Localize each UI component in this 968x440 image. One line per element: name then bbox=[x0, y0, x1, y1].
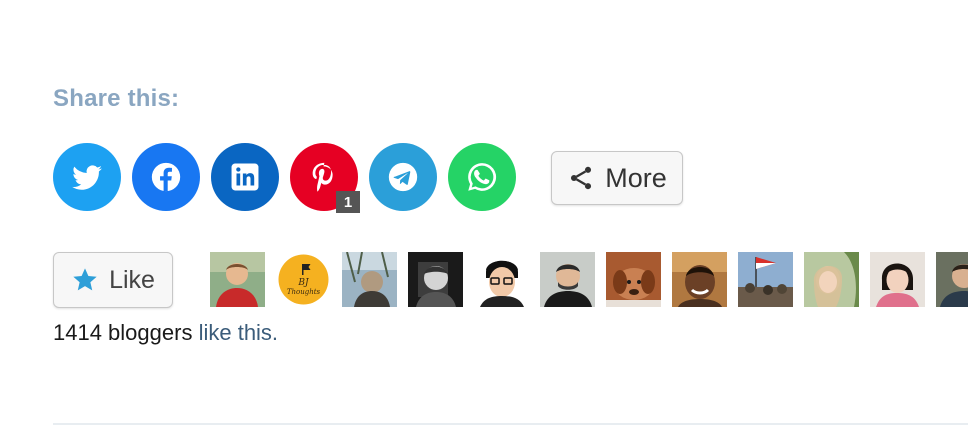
likes-count: 1414 bloggers bbox=[53, 320, 193, 345]
avatar[interactable] bbox=[738, 252, 793, 307]
linkedin-icon bbox=[231, 163, 259, 191]
whatsapp-share-button[interactable] bbox=[448, 143, 516, 211]
more-share-button[interactable]: More bbox=[551, 151, 683, 205]
linkedin-share-button[interactable] bbox=[211, 143, 279, 211]
facebook-icon bbox=[151, 162, 181, 192]
like-label: Like bbox=[109, 265, 155, 294]
avatar[interactable] bbox=[870, 252, 925, 307]
likes-summary: 1414 bloggers like this. bbox=[53, 320, 278, 346]
star-icon bbox=[73, 268, 97, 291]
avatar[interactable] bbox=[474, 252, 529, 307]
avatar[interactable] bbox=[672, 252, 727, 307]
svg-text:Thoughts: Thoughts bbox=[287, 288, 321, 296]
avatar[interactable] bbox=[936, 252, 968, 307]
avatar[interactable] bbox=[210, 252, 265, 307]
telegram-icon bbox=[388, 162, 418, 192]
share-heading: Share this: bbox=[53, 85, 180, 112]
svg-text:BJ: BJ bbox=[297, 278, 310, 288]
telegram-share-button[interactable] bbox=[369, 143, 437, 211]
twitter-icon bbox=[72, 165, 102, 190]
pinterest-share-button[interactable]: 1 bbox=[290, 143, 360, 213]
divider bbox=[53, 423, 968, 425]
like-this-link[interactable]: like this. bbox=[199, 320, 278, 345]
avatar[interactable] bbox=[342, 252, 397, 307]
twitter-share-button[interactable] bbox=[53, 143, 121, 211]
pinterest-icon bbox=[312, 162, 333, 192]
share-icon bbox=[571, 166, 592, 190]
avatar[interactable] bbox=[408, 252, 463, 307]
share-count-badge: 1 bbox=[336, 191, 360, 213]
whatsapp-icon bbox=[468, 163, 497, 191]
liker-avatars: BJ Thoughts bbox=[210, 252, 968, 307]
facebook-share-button[interactable] bbox=[132, 143, 200, 211]
avatar[interactable]: BJ Thoughts bbox=[276, 252, 331, 307]
avatar[interactable] bbox=[606, 252, 661, 307]
more-label: More bbox=[605, 162, 667, 193]
avatar[interactable] bbox=[540, 252, 595, 307]
like-button[interactable]: Like bbox=[53, 252, 173, 308]
avatar[interactable] bbox=[804, 252, 859, 307]
